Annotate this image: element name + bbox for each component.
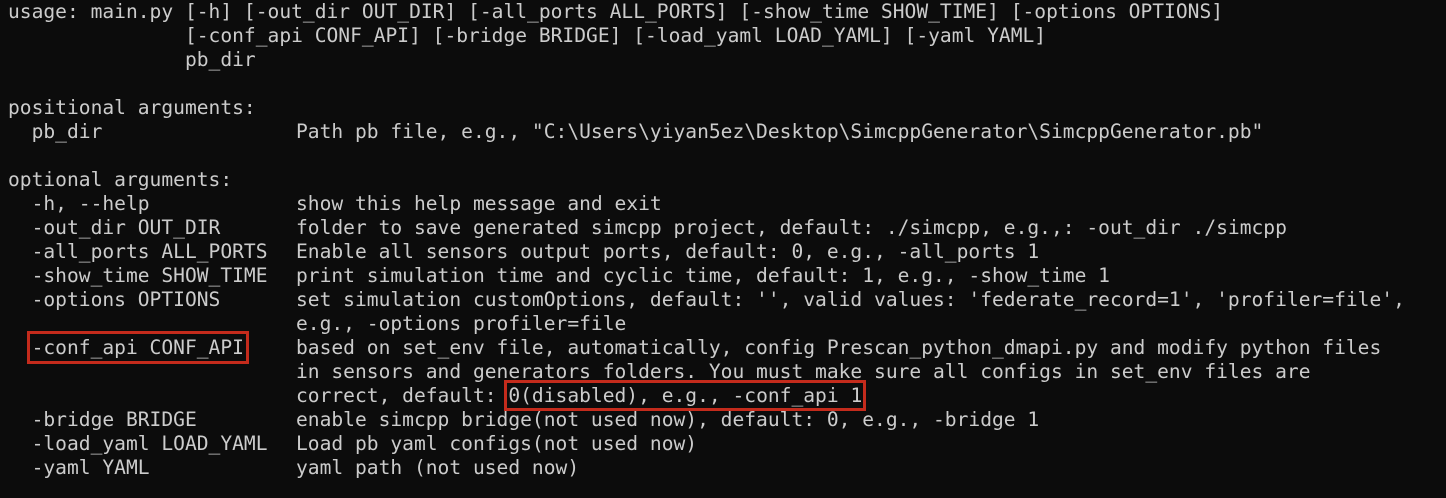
arg-row-conf-api-cont: in sensors and generators folders. You m… (8, 360, 1446, 384)
arg-row-help: -h, --help show this help message and exi… (8, 192, 1446, 216)
arg-help: print simulation time and cyclic time, d… (296, 264, 1110, 287)
arg-row-options-cont: e.g., -options profiler=file (8, 312, 1446, 336)
arg-help: Enable all sensors output ports, default… (296, 240, 1040, 263)
usage-line-2: [-conf_api CONF_API] [-bridge BRIDGE] [-… (8, 24, 1047, 47)
arg-help: Load pb yaml configs(not used now) (296, 432, 698, 455)
positional-heading: positional arguments: (8, 96, 256, 119)
usage-line-1: usage: main.py [-h] [-out_dir OUT_DIR] [… (8, 0, 1224, 23)
arg-name: -all_ports ALL_PORTS (8, 240, 268, 263)
arg-row-out-dir: -out_dir OUT_DIR folder to save generated… (8, 216, 1446, 240)
arg-name: -bridge BRIDGE (8, 408, 197, 431)
arg-row-show-time: -show_time SHOW_TIME print simulation tim… (8, 264, 1446, 288)
arg-row-conf-api-cont-2: correct, default: 0(disabled), e.g., -co… (8, 380, 1446, 411)
terminal-window[interactable]: usage: main.py [-h] [-out_dir OUT_DIR] [… (0, 0, 1446, 498)
arg-help: based on set_env file, automatically, co… (296, 336, 1382, 359)
arg-name: -yaml YAML (8, 456, 150, 479)
arg-help: yaml path (not used now) (296, 456, 580, 479)
arg-row-all-ports: -all_ports ALL_PORTS Enable all sensors o… (8, 240, 1446, 264)
arg-help: Path pb file, e.g., "C:\Users\yiyan5ez\D… (296, 120, 1264, 143)
arg-name: pb_dir (8, 120, 103, 143)
arg-name: -load_yaml LOAD_YAML (8, 432, 268, 455)
conf-api-highlight-box: -conf_api CONF_API (26, 331, 249, 364)
arg-help: enable simcpp bridge(not used now), defa… (296, 408, 1040, 431)
usage-line-3: pb_dir (8, 48, 256, 71)
arg-row-yaml: -yaml YAML yaml path (not used now) (8, 456, 1446, 480)
optional-heading: optional arguments: (8, 168, 233, 191)
arg-row-options: -options OPTIONS set simulation customOpt… (8, 288, 1446, 312)
arg-name: -out_dir OUT_DIR (8, 216, 221, 239)
arg-name: -options OPTIONS (8, 288, 221, 311)
arg-row-pb-dir: pb_dir Path pb file, e.g., "C:\Users\yiya… (8, 120, 1446, 144)
arg-row-conf-api: -conf_api CONF_API based on set_env file,… (8, 331, 1446, 364)
arg-help: folder to save generated simcpp project,… (296, 216, 1287, 239)
arg-help: set simulation customOptions, default: '… (296, 288, 1405, 311)
arg-help: show this help message and exit (296, 192, 662, 215)
default-value-highlight-box: 0(disabled), e.g., -conf_api 1 (504, 380, 867, 411)
arg-row-load-yaml: -load_yaml LOAD_YAML Load pb yaml configs… (8, 432, 1446, 456)
arg-name: -h, --help (8, 192, 150, 215)
arg-help-default-prefix: correct, default: (296, 384, 509, 407)
arg-row-bridge: -bridge BRIDGE enable simcpp bridge(not u… (8, 408, 1446, 432)
arg-help-continued: in sensors and generators folders. You m… (296, 360, 1311, 383)
arg-name: -show_time SHOW_TIME (8, 264, 268, 287)
arg-help-continued: e.g., -options profiler=file (296, 312, 627, 335)
